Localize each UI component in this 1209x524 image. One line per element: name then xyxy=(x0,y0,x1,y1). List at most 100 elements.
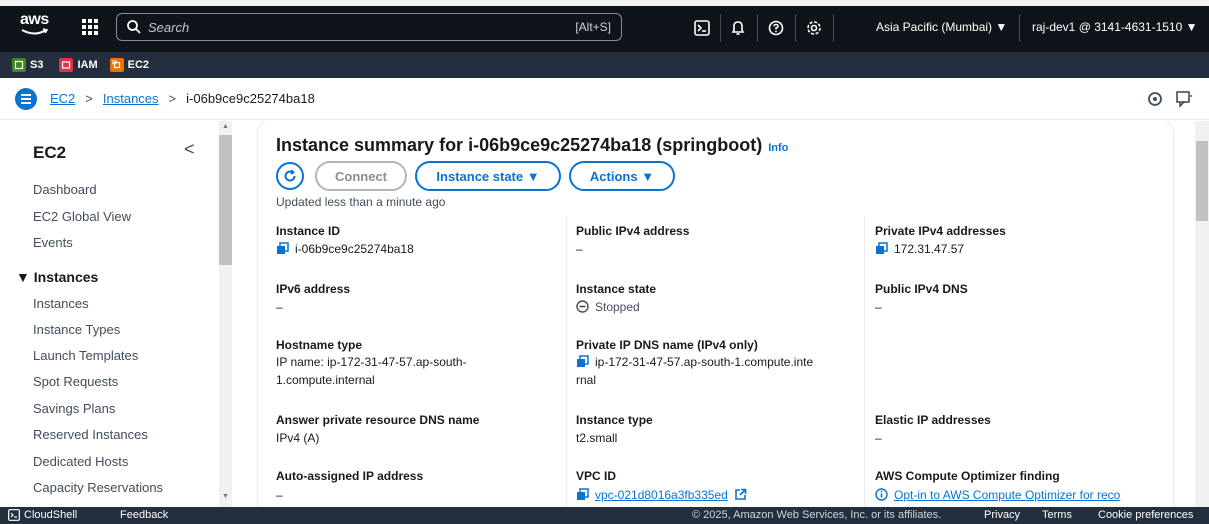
stopped-status-icon xyxy=(576,300,589,313)
actions-button[interactable]: Actions ▼ xyxy=(569,161,675,191)
breadcrumb-instances[interactable]: Instances xyxy=(103,91,159,106)
breadcrumb-bar: EC2 > Instances > i-06b9ce9c25274ba18 xyxy=(0,78,1209,120)
breadcrumb-separator: > xyxy=(168,91,177,106)
ec2-service-icon xyxy=(109,58,124,72)
sidebar-item-capacity-reservations[interactable]: Capacity Reservations xyxy=(33,480,163,495)
private-ipv4-label: Private IPv4 addresses xyxy=(875,224,1006,238)
instance-id-label: Instance ID xyxy=(276,224,341,238)
breadcrumb: EC2 > Instances > i-06b9ce9c25274ba18 xyxy=(50,91,315,106)
copy-icon[interactable] xyxy=(875,242,888,255)
hostname-type-value-2: 1.compute.internal xyxy=(276,373,375,387)
feedback-link[interactable]: Feedback xyxy=(120,509,168,521)
ipv6-label: IPv6 address xyxy=(276,282,351,296)
privacy-link[interactable]: Privacy xyxy=(984,509,1020,521)
copy-icon[interactable] xyxy=(276,242,289,255)
sidebar: EC2 < Dashboard EC2 Global View Events ▼… xyxy=(0,121,232,507)
info-circle-icon xyxy=(875,488,888,501)
main-content: Instance summary for i-06b9ce9c25274ba18… xyxy=(232,121,1195,507)
cookie-preferences-link[interactable]: Cookie preferences xyxy=(1098,509,1193,521)
breadcrumb-ec2[interactable]: EC2 xyxy=(50,91,75,106)
optimizer-label: AWS Compute Optimizer finding xyxy=(875,469,1060,483)
sidebar-item-global-view[interactable]: EC2 Global View xyxy=(33,209,131,224)
external-link-icon[interactable] xyxy=(734,488,747,501)
sidebar-item-dashboard[interactable]: Dashboard xyxy=(33,182,97,197)
vpc-id-value[interactable]: vpc-021d8016a3fb335ed xyxy=(576,486,753,504)
instance-type-label: Instance type xyxy=(576,413,653,427)
copy-icon[interactable] xyxy=(576,355,589,368)
public-ipv4-label: Public IPv4 address xyxy=(576,224,690,238)
aws-logo[interactable]: aws xyxy=(18,8,52,38)
refresh-button[interactable] xyxy=(276,162,304,190)
private-dns-value-2: rnal xyxy=(576,373,597,387)
cloudshell-link[interactable]: CloudShell xyxy=(8,509,77,521)
hostname-type-value-1: IP name: ip-172-31-47-57.ap-south- xyxy=(276,355,467,369)
private-ipv4-value[interactable]: 172.31.47.57 xyxy=(875,240,964,258)
top-navigation: aws [Alt+S] Asia Pacific (Mumbai) ▼ raj-… xyxy=(0,6,1209,52)
connect-button[interactable]: Connect xyxy=(315,161,407,191)
optimizer-value[interactable]: Opt-in to AWS Compute Optimizer for reco xyxy=(875,486,1120,504)
public-dns-label: Public IPv4 DNS xyxy=(875,282,968,296)
favorite-iam[interactable]: IAM xyxy=(59,58,98,72)
sidebar-item-launch-templates[interactable]: Launch Templates xyxy=(33,348,138,363)
auto-ip-value: – xyxy=(276,488,283,502)
instance-type-value: t2.small xyxy=(576,431,618,445)
favorites-bar: S3 IAM EC2 xyxy=(0,52,1209,78)
account-menu[interactable]: raj-dev1 @ 3141-4631-1510 ▼ xyxy=(1032,20,1198,34)
sidebar-item-spot-requests[interactable]: Spot Requests xyxy=(33,374,118,389)
updated-timestamp: Updated less than a minute ago xyxy=(276,195,446,209)
feedback-chat-icon[interactable] xyxy=(1175,90,1193,108)
sidebar-item-dedicated-hosts[interactable]: Dedicated Hosts xyxy=(33,454,128,469)
sidebar-item-reserved-instances[interactable]: Reserved Instances xyxy=(33,427,148,442)
hamburger-menu-icon[interactable] xyxy=(15,88,37,110)
sidebar-scrollbar[interactable]: ▲ ▼ xyxy=(219,121,232,507)
sidebar-close-icon[interactable]: < xyxy=(184,139,195,160)
column-divider xyxy=(566,216,567,507)
instance-state-label: Instance state xyxy=(576,282,657,296)
private-dns-label: Private IP DNS name (IPv4 only) xyxy=(576,338,758,352)
services-grid-icon[interactable] xyxy=(82,19,98,35)
search-input[interactable] xyxy=(148,19,548,35)
elastic-ip-label: Elastic IP addresses xyxy=(875,413,991,427)
elastic-ip-value: – xyxy=(875,431,882,445)
region-selector[interactable]: Asia Pacific (Mumbai) ▼ xyxy=(876,20,1007,34)
info-link[interactable]: Info xyxy=(768,142,788,154)
favorite-s3[interactable]: S3 xyxy=(12,58,43,72)
location-pin-icon[interactable] xyxy=(1147,91,1163,107)
copy-icon[interactable] xyxy=(576,488,589,501)
aws-smile-icon xyxy=(21,28,49,35)
instance-id-value[interactable]: i-06b9ce9c25274ba18 xyxy=(276,240,414,258)
sidebar-item-savings-plans[interactable]: Savings Plans xyxy=(33,401,115,416)
copyright-text: © 2025, Amazon Web Services, Inc. or its… xyxy=(692,509,942,521)
ipv6-value: – xyxy=(276,300,283,314)
refresh-icon xyxy=(284,169,296,182)
terms-link[interactable]: Terms xyxy=(1042,509,1072,521)
favorite-ec2[interactable]: EC2 xyxy=(109,58,149,72)
sidebar-item-instance-types[interactable]: Instance Types xyxy=(33,322,120,337)
footer: CloudShell Feedback © 2025, Amazon Web S… xyxy=(0,507,1209,524)
column-divider xyxy=(864,216,865,507)
vpc-id-label: VPC ID xyxy=(576,469,617,483)
answer-dns-value: IPv4 (A) xyxy=(276,431,320,445)
instance-summary-card: Instance summary for i-06b9ce9c25274ba18… xyxy=(257,121,1174,507)
breadcrumb-separator: > xyxy=(85,91,93,106)
sidebar-item-events[interactable]: Events xyxy=(33,235,73,250)
main-scrollbar[interactable] xyxy=(1195,121,1209,507)
public-ipv4-value: – xyxy=(576,242,583,256)
sidebar-item-instances[interactable]: Instances xyxy=(33,296,89,311)
search-box[interactable]: [Alt+S] xyxy=(116,13,622,41)
optimizer-link[interactable]: Opt-in to AWS Compute Optimizer for reco xyxy=(894,488,1120,502)
search-icon xyxy=(127,20,141,34)
cloudshell-icon[interactable] xyxy=(692,18,712,38)
iam-service-icon xyxy=(59,58,74,72)
instance-state-value: Stopped xyxy=(576,298,640,316)
sidebar-section-instances[interactable]: ▼ Instances xyxy=(16,269,98,285)
breadcrumb-current: i-06b9ce9c25274ba18 xyxy=(186,91,315,106)
cloudshell-icon xyxy=(8,509,20,521)
instance-state-button[interactable]: Instance state ▼ xyxy=(415,161,561,191)
settings-gear-icon[interactable] xyxy=(804,18,824,38)
vpc-id-link[interactable]: vpc-021d8016a3fb335ed xyxy=(595,488,728,502)
help-icon[interactable] xyxy=(766,18,786,38)
notifications-bell-icon[interactable] xyxy=(728,18,748,38)
private-dns-value-1[interactable]: ip-172-31-47-57.ap-south-1.compute.inte xyxy=(576,353,813,371)
search-shortcut: [Alt+S] xyxy=(575,20,611,34)
